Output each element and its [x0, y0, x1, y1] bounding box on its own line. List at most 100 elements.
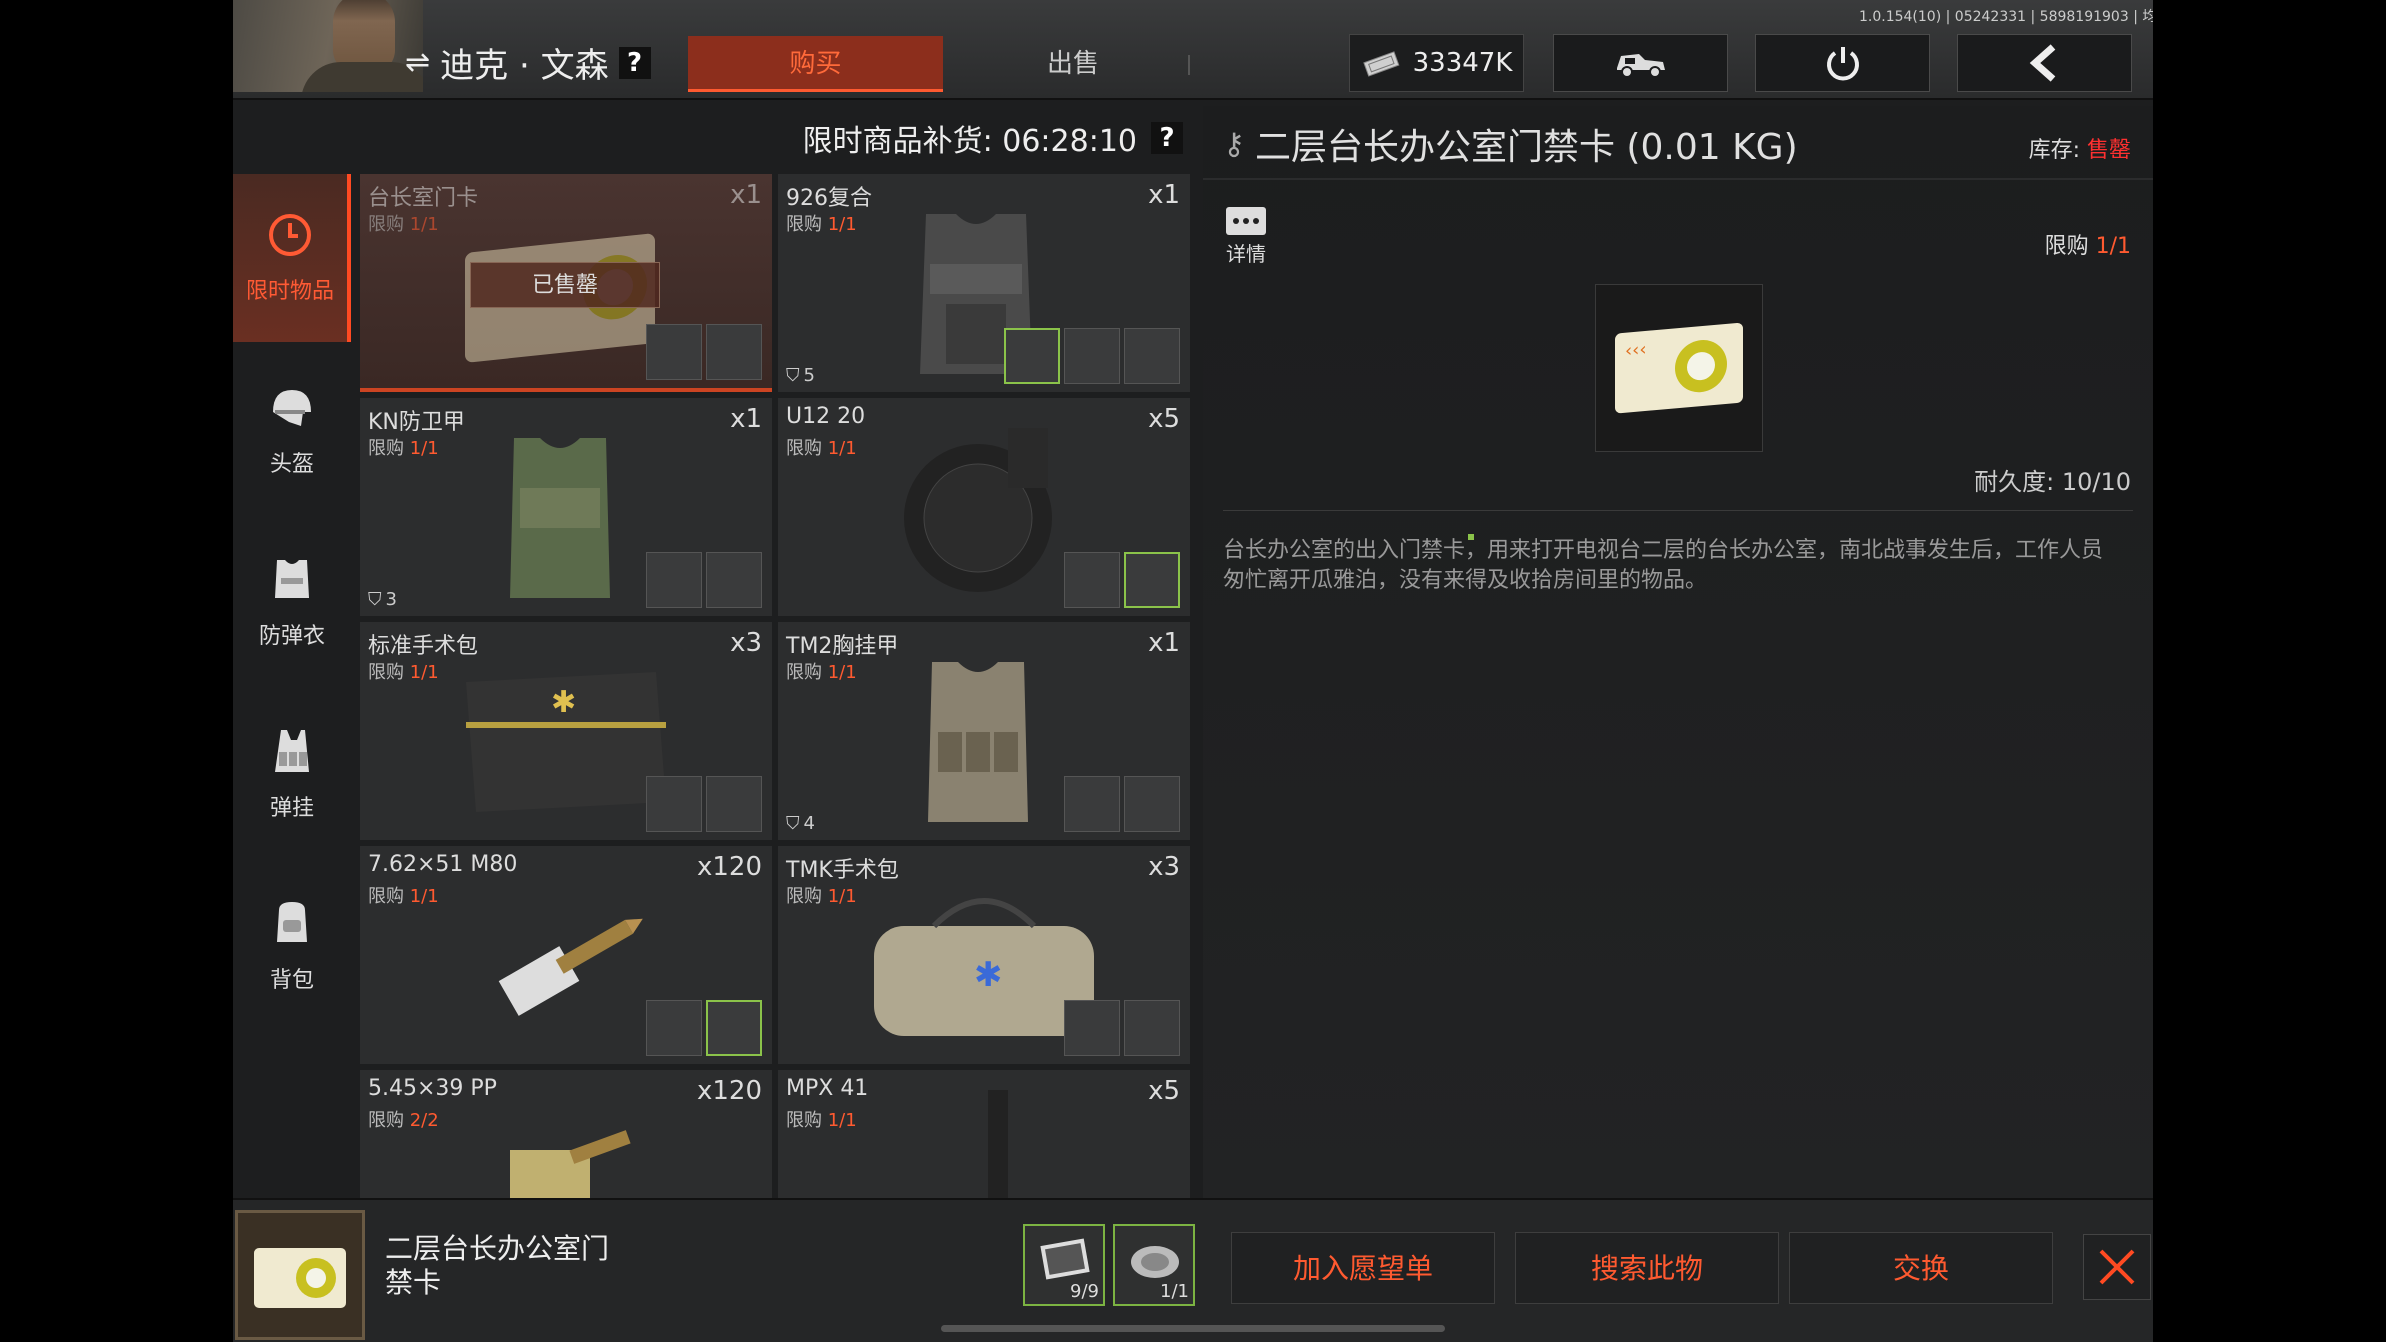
- sold-out-tag: 已售罄: [470, 262, 660, 308]
- stock-status: 库存: 售罄: [2028, 138, 2131, 163]
- item-count: x1: [1148, 628, 1180, 658]
- vehicle-button[interactable]: [1553, 34, 1728, 92]
- sidebar-item-backpack[interactable]: 背包: [233, 862, 351, 1030]
- tab-buy[interactable]: 购买: [688, 36, 943, 92]
- item-count: x1: [1148, 180, 1180, 210]
- selected-item-thumb: [235, 1210, 365, 1340]
- trader-help-button[interactable]: ?: [618, 46, 651, 79]
- item-name: MPX 41: [786, 1076, 869, 1101]
- item-card[interactable]: 台长室门卡 限购 1/1 x1 已售罄: [360, 174, 772, 392]
- item-name: 7.62×51 M80: [368, 852, 518, 877]
- item-limit: 限购 1/1: [786, 1110, 857, 1131]
- item-card[interactable]: 926复合 限购 1/1 x1 ⛉ 5: [778, 174, 1190, 392]
- item-limit: 限购 1/1: [786, 438, 857, 459]
- item-card[interactable]: MPX 41 限购 1/1 x5: [778, 1070, 1190, 1200]
- trader-portrait[interactable]: [233, 0, 423, 92]
- item-detail-panel: ⚷ 二层台长办公室门禁卡 (0.01 KG) 库存: 售罄 详情 限购 1/1 …: [1203, 106, 2153, 1198]
- keycard-image: [254, 1248, 346, 1308]
- coin-icon: [1131, 1246, 1179, 1278]
- requirement-thumb: [646, 552, 702, 608]
- item-card[interactable]: KN防卫甲 限购 1/1 x1 ⛉ 3: [360, 398, 772, 616]
- detail-button[interactable]: 详情: [1223, 206, 1269, 267]
- svg-text:✱: ✱: [974, 955, 1003, 995]
- search-item-button[interactable]: 搜索此物: [1515, 1232, 1779, 1304]
- requirement-thumb: [646, 324, 702, 380]
- exchange-button[interactable]: 交换: [1789, 1232, 2053, 1304]
- clock-icon: [269, 214, 311, 256]
- power-icon: [1826, 47, 1859, 81]
- drum-mag-image: [904, 428, 1052, 592]
- vehicle-icon: [1616, 54, 1665, 78]
- ammo-image: [498, 918, 643, 1016]
- item-card[interactable]: 5.45×39 PP 限购 2/2 x120: [360, 1070, 772, 1200]
- requirement-thumb: [646, 776, 702, 832]
- item-count: x120: [696, 1076, 762, 1106]
- sidebar-item-vest[interactable]: 防弹衣: [233, 518, 351, 686]
- item-name: 926复合: [786, 186, 872, 211]
- item-name: TM2胸挂甲: [786, 634, 899, 659]
- divider: [1223, 510, 2133, 511]
- durability: 耐久度: 10/10: [1974, 468, 2131, 496]
- sidebar-item-label: 防弹衣: [258, 624, 325, 649]
- power-button[interactable]: [1755, 34, 1930, 92]
- sidebar-item-helmet[interactable]: 头盔: [233, 346, 351, 514]
- requirement-thumb: [1124, 776, 1180, 832]
- shield-icon: ⛉: [368, 589, 382, 610]
- ammo-image: [510, 1130, 631, 1200]
- item-card[interactable]: 标准手术包 限购 1/1 x3 ✱: [360, 622, 772, 840]
- item-count: x3: [1148, 852, 1180, 882]
- requirement-thumb: [646, 1000, 702, 1056]
- svg-text:‹‹‹: ‹‹‹: [1625, 339, 1647, 362]
- item-preview: ‹‹‹: [1595, 284, 1763, 452]
- item-name: KN防卫甲: [368, 410, 465, 435]
- more-icon: [1226, 207, 1266, 235]
- keycard-image: ‹‹‹: [1615, 322, 1743, 414]
- sidebar-item-limited[interactable]: 限时物品: [233, 174, 351, 342]
- restock-help-button[interactable]: ?: [1151, 122, 1183, 154]
- requirement-thumb: [1064, 776, 1120, 832]
- add-wishlist-button[interactable]: 加入愿望单: [1231, 1232, 1495, 1304]
- rig-icon: [275, 730, 309, 772]
- item-card[interactable]: 7.62×51 M80 限购 1/1 x120: [360, 846, 772, 1064]
- requirement-thumb: [706, 776, 762, 832]
- item-name: 5.45×39 PP: [368, 1076, 497, 1101]
- requirement-thumb: [706, 1000, 762, 1056]
- back-arrow-icon: [2029, 44, 2055, 82]
- top-bar: ⇌ 迪克 · 文森 ? 购买 出售 33347K 1.0.154(10) | 0…: [233, 0, 2153, 100]
- item-card[interactable]: TM2胸挂甲 限购 1/1 x1 ⛉ 4: [778, 622, 1190, 840]
- magazine-image: [988, 1090, 1008, 1200]
- item-card[interactable]: TMK手术包 限购 1/1 x3 ✱: [778, 846, 1190, 1064]
- sidebar-item-label: 背包: [269, 968, 314, 993]
- detail-header: ⚷ 二层台长办公室门禁卡 (0.01 KG): [1223, 118, 1798, 170]
- item-limit: 限购 1/1: [786, 214, 857, 235]
- sidebar-item-rig[interactable]: 弹挂: [233, 690, 351, 858]
- cash-icon: [1362, 51, 1400, 77]
- close-icon: [2099, 1249, 2135, 1285]
- item-grid: 台长室门卡 限购 1/1 x1 已售罄 926复合 限购 1/1 x1 ⛉ 5 K…: [360, 174, 1196, 1200]
- detail-limit: 限购 1/1: [2044, 234, 2131, 259]
- tab-sell[interactable]: 出售: [953, 36, 1193, 92]
- currency-display: 33347K: [1349, 34, 1524, 92]
- close-button[interactable]: [2083, 1234, 2151, 1300]
- requirement-item[interactable]: 9/9: [1023, 1224, 1105, 1306]
- item-limit: 限购 1/1: [368, 214, 439, 235]
- tablet-icon: [1040, 1238, 1090, 1280]
- item-count: x3: [730, 628, 762, 658]
- requirement-thumb: [1124, 1000, 1180, 1056]
- backpack-icon: [277, 902, 307, 942]
- trader-header: ⇌ 迪克 · 文森 ?: [405, 38, 651, 87]
- back-button[interactable]: [1957, 34, 2132, 92]
- item-card[interactable]: U12 20 限购 1/1 x5: [778, 398, 1190, 616]
- scrollbar[interactable]: [941, 1325, 1445, 1332]
- selected-item-name: 二层台长办公室门禁卡: [385, 1232, 610, 1299]
- swap-icon[interactable]: ⇌: [405, 45, 430, 80]
- item-limit: 限购 1/1: [368, 886, 439, 907]
- requirement-thumb: [1124, 552, 1180, 608]
- svg-text:✱: ✱: [551, 685, 576, 720]
- divider: [1203, 178, 2153, 180]
- item-count: x5: [1148, 404, 1180, 434]
- sidebar-item-label: 头盔: [269, 452, 314, 477]
- requirement-item[interactable]: 1/1: [1113, 1224, 1195, 1306]
- armor-class: ⛉ 4: [786, 813, 815, 834]
- detail-label: 详情: [1226, 242, 1266, 266]
